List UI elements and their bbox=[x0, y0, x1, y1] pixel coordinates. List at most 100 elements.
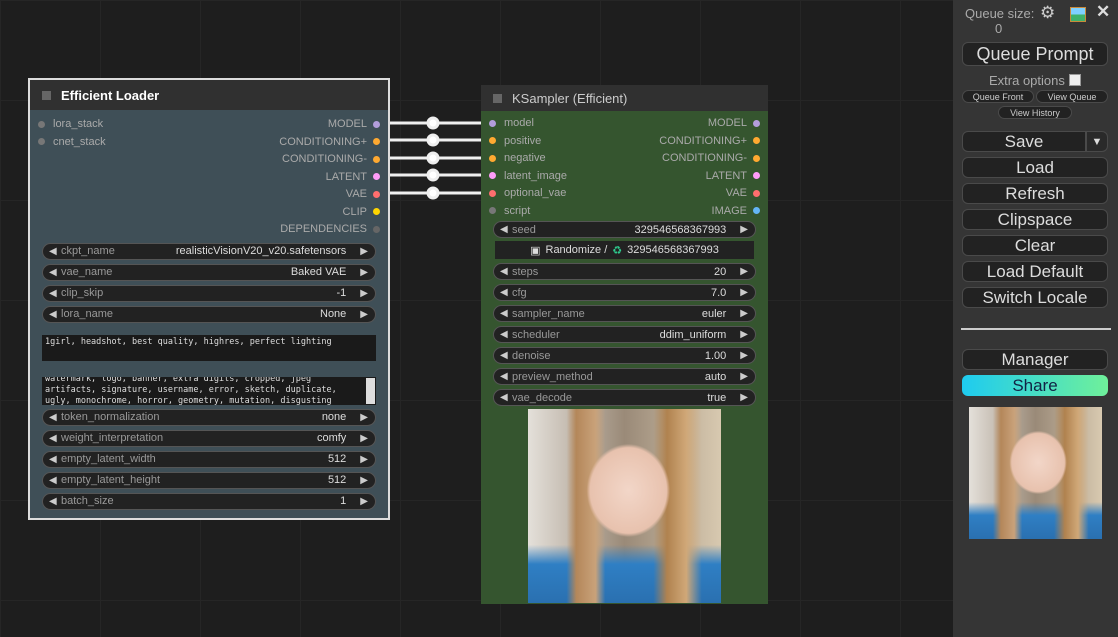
widget-steps[interactable]: ◀ steps 20 ▶ bbox=[493, 263, 756, 280]
output-connector-icon[interactable] bbox=[373, 138, 380, 145]
settings-gear-icon[interactable]: ⚙ bbox=[1040, 3, 1055, 23]
input-slot[interactable]: cnet_stack bbox=[38, 136, 106, 148]
collapse-toggle[interactable] bbox=[493, 93, 502, 103]
decrement-arrow-icon[interactable]: ◀ bbox=[500, 371, 512, 382]
increment-arrow-icon[interactable]: ▶ bbox=[740, 392, 748, 403]
view-history-button[interactable]: View History bbox=[998, 106, 1072, 119]
output-connector-icon[interactable] bbox=[373, 190, 380, 198]
output-connector-icon[interactable] bbox=[373, 155, 380, 163]
input-connector-icon[interactable] bbox=[489, 154, 496, 162]
output-connector-icon[interactable] bbox=[753, 207, 760, 214]
input-connector-icon[interactable] bbox=[489, 119, 496, 127]
output-slot[interactable]: VAE bbox=[346, 188, 380, 200]
widget-sampler-name[interactable]: ◀ sampler_name euler ▶ bbox=[493, 305, 756, 322]
decrement-arrow-icon[interactable]: ◀ bbox=[49, 288, 61, 299]
input-slot[interactable]: positive bbox=[489, 135, 541, 147]
output-slot[interactable]: LATENT bbox=[706, 170, 760, 182]
input-connector-icon[interactable] bbox=[489, 172, 496, 179]
output-connector-icon[interactable] bbox=[373, 173, 380, 180]
output-slot[interactable]: CONDITIONING- bbox=[662, 152, 760, 164]
increment-arrow-icon[interactable]: ▶ bbox=[740, 224, 748, 235]
decrement-arrow-icon[interactable]: ◀ bbox=[500, 308, 512, 319]
output-slot[interactable]: DEPENDENCIES bbox=[280, 223, 380, 235]
widget-scheduler[interactable]: ◀ scheduler ddim_uniform ▶ bbox=[493, 326, 756, 343]
share-button[interactable]: Share bbox=[962, 375, 1108, 396]
widget-vae-name[interactable]: ◀ vae_name Baked VAE ▶ bbox=[42, 263, 376, 281]
increment-arrow-icon[interactable]: ▶ bbox=[360, 309, 368, 320]
manager-button[interactable]: Manager bbox=[962, 349, 1108, 370]
output-slot[interactable]: CONDITIONING- bbox=[282, 153, 380, 165]
widget-clip-skip[interactable]: ◀ clip_skip -1 ▶ bbox=[42, 284, 376, 302]
queue-prompt-button[interactable]: Queue Prompt bbox=[962, 42, 1108, 66]
increment-arrow-icon[interactable]: ▶ bbox=[740, 371, 748, 382]
input-connector-icon[interactable] bbox=[38, 120, 45, 128]
output-slot[interactable]: VAE bbox=[726, 187, 760, 199]
increment-arrow-icon[interactable]: ▶ bbox=[740, 350, 748, 361]
input-connector-icon[interactable] bbox=[38, 138, 45, 145]
clipspace-button[interactable]: Clipspace bbox=[962, 209, 1108, 230]
output-slot[interactable]: LATENT bbox=[326, 171, 380, 183]
decrement-arrow-icon[interactable]: ◀ bbox=[49, 475, 61, 486]
decrement-arrow-icon[interactable]: ◀ bbox=[49, 412, 61, 423]
increment-arrow-icon[interactable]: ▶ bbox=[360, 454, 368, 465]
randomize-button[interactable]: ▣ Randomize / ♻ 329546568367993 bbox=[495, 241, 754, 259]
widget-empty-latent-height[interactable]: ◀ empty_latent_height 512 ▶ bbox=[42, 471, 376, 489]
output-slot[interactable]: MODEL bbox=[708, 117, 760, 129]
increment-arrow-icon[interactable]: ▶ bbox=[740, 308, 748, 319]
efficient-loader-node[interactable]: Efficient Loader lora_stack MODEL cnet_sta… bbox=[28, 78, 390, 520]
load-button[interactable]: Load bbox=[962, 157, 1108, 178]
output-slot[interactable]: CLIP bbox=[343, 206, 380, 218]
input-connector-icon[interactable] bbox=[489, 189, 496, 197]
node-title-bar[interactable]: Efficient Loader bbox=[30, 80, 388, 110]
negative-prompt-textarea[interactable]: watermark, logo, banner, extra digits, c… bbox=[42, 376, 376, 405]
increment-arrow-icon[interactable]: ▶ bbox=[740, 287, 748, 298]
increment-arrow-icon[interactable]: ▶ bbox=[360, 412, 368, 423]
input-slot[interactable]: negative bbox=[489, 152, 546, 164]
increment-arrow-icon[interactable]: ▶ bbox=[740, 329, 748, 340]
decrement-arrow-icon[interactable]: ◀ bbox=[500, 392, 512, 403]
textarea-scrollbar[interactable] bbox=[366, 377, 375, 404]
collapse-toggle[interactable] bbox=[42, 90, 51, 100]
load-default-button[interactable]: Load Default bbox=[962, 261, 1108, 282]
widget-lora-name[interactable]: ◀ lora_name None ▶ bbox=[42, 305, 376, 323]
increment-arrow-icon[interactable]: ▶ bbox=[360, 288, 368, 299]
clear-button[interactable]: Clear bbox=[962, 235, 1108, 256]
widget-vae-decode[interactable]: ◀ vae_decode true ▶ bbox=[493, 389, 756, 406]
widget-ckpt-name[interactable]: ◀ ckpt_name realisticVisionV20_v20.safeten… bbox=[42, 242, 376, 260]
output-connector-icon[interactable] bbox=[753, 189, 760, 197]
decrement-arrow-icon[interactable]: ◀ bbox=[500, 224, 512, 235]
widget-preview-method[interactable]: ◀ preview_method auto ▶ bbox=[493, 368, 756, 385]
latest-output-thumbnail[interactable] bbox=[969, 407, 1102, 539]
output-connector-icon[interactable] bbox=[753, 172, 760, 179]
output-connector-icon[interactable] bbox=[373, 225, 380, 233]
input-slot[interactable]: optional_vae bbox=[489, 187, 566, 199]
widget-weight-interpretation[interactable]: ◀ weight_interpretation comfy ▶ bbox=[42, 429, 376, 447]
extra-options-checkbox[interactable] bbox=[1069, 74, 1081, 86]
increment-arrow-icon[interactable]: ▶ bbox=[740, 266, 748, 277]
node-title-bar[interactable]: KSampler (Efficient) bbox=[481, 85, 768, 111]
output-slot[interactable]: CONDITIONING+ bbox=[279, 136, 380, 148]
refresh-button[interactable]: Refresh bbox=[962, 183, 1108, 204]
ksampler-node[interactable]: KSampler (Efficient) model MODEL positive C… bbox=[481, 85, 768, 604]
positive-prompt-textarea[interactable]: 1girl, headshot, best quality, highres, … bbox=[42, 334, 376, 361]
input-slot[interactable]: lora_stack bbox=[38, 118, 103, 130]
decrement-arrow-icon[interactable]: ◀ bbox=[49, 496, 61, 507]
output-connector-icon[interactable] bbox=[373, 208, 380, 215]
output-slot[interactable]: CONDITIONING+ bbox=[659, 135, 760, 147]
decrement-arrow-icon[interactable]: ◀ bbox=[500, 350, 512, 361]
decrement-arrow-icon[interactable]: ◀ bbox=[49, 246, 61, 257]
increment-arrow-icon[interactable]: ▶ bbox=[360, 267, 368, 278]
close-icon[interactable]: ✕ bbox=[1096, 2, 1110, 22]
output-connector-icon[interactable] bbox=[753, 137, 760, 144]
decrement-arrow-icon[interactable]: ◀ bbox=[49, 433, 61, 444]
image-gallery-icon[interactable] bbox=[1070, 7, 1086, 22]
seed-widget[interactable]: ◀ seed 329546568367993 ▶ bbox=[493, 221, 756, 238]
increment-arrow-icon[interactable]: ▶ bbox=[360, 246, 368, 257]
decrement-arrow-icon[interactable]: ◀ bbox=[500, 329, 512, 340]
queue-front-button[interactable]: Queue Front bbox=[962, 90, 1034, 103]
view-queue-button[interactable]: View Queue bbox=[1036, 90, 1108, 103]
input-slot[interactable]: model bbox=[489, 117, 534, 129]
widget-cfg[interactable]: ◀ cfg 7.0 ▶ bbox=[493, 284, 756, 301]
decrement-arrow-icon[interactable]: ◀ bbox=[49, 309, 61, 320]
input-slot[interactable]: script bbox=[489, 205, 530, 217]
